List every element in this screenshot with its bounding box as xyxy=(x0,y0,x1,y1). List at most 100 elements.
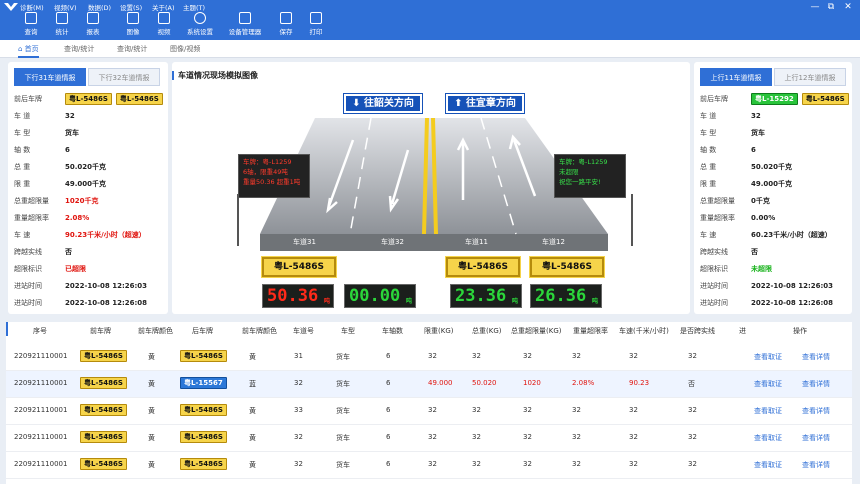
info-value: 0.00% xyxy=(751,214,776,222)
print-icon xyxy=(310,12,322,24)
table-plate-cell: 粤L-5486S xyxy=(180,350,227,362)
video-button[interactable]: 视频 xyxy=(148,12,180,36)
top-toolbar: 诊断(M) 视频(V) 数据(D) 设置(S) 关于(A) 主题(T) 查询 统… xyxy=(0,0,860,40)
plate: 粤L-5486S xyxy=(80,350,127,362)
view-evidence-link[interactable]: 查看取证 xyxy=(754,352,782,362)
info-key: 前后车牌 xyxy=(700,95,728,103)
menu-settings[interactable]: 设置(S) xyxy=(120,2,142,12)
table-cell: 货车 xyxy=(336,380,350,388)
tab-image-video[interactable]: 图像/视频 xyxy=(170,44,200,54)
view-evidence-link[interactable]: 查看取证 xyxy=(754,433,782,443)
table-header-cell: 操作 xyxy=(793,327,807,335)
info-row: 轴 数 6 xyxy=(14,142,174,158)
view-details-link[interactable]: 查看详情 xyxy=(802,406,830,416)
view-evidence-link[interactable]: 查看取证 xyxy=(754,406,782,416)
table-row[interactable]: 220921110001 粤L-5486S 黄 粤L-5486S 黄 32 货车 6 32 32 3… xyxy=(6,452,852,479)
menu-diagnose[interactable]: 诊断(M) xyxy=(20,2,44,12)
menu-video[interactable]: 视频(V) xyxy=(54,2,77,12)
view-details-link[interactable]: 查看详情 xyxy=(802,433,830,443)
direction-yizhang-label: 往宜章方向 xyxy=(465,98,516,109)
table-row[interactable]: 220921110001 粤L-5486S 黄 粤L-5486S 黄 33 货车 6 32 32 3… xyxy=(6,398,852,425)
info-key: 超限标识 xyxy=(700,265,728,273)
view-details-link[interactable]: 查看详情 xyxy=(802,379,830,389)
system-settings-button[interactable]: 系统设置 xyxy=(184,12,216,36)
table-header-cell: 前车牌颜色 xyxy=(138,327,173,335)
device-manager-button[interactable]: 设备管理器 xyxy=(225,12,265,36)
info-value: 2.08% xyxy=(65,214,90,222)
tab-down-31[interactable]: 下行31车道情报 xyxy=(14,68,86,86)
info-row: 限 重 49.000千克 xyxy=(14,176,174,192)
maximize-icon[interactable]: ⧉ xyxy=(826,3,836,12)
table-cell: 32 xyxy=(472,406,481,414)
info-key: 轴 数 xyxy=(14,146,31,154)
table-cell: 货车 xyxy=(336,434,350,442)
statistics-button[interactable]: 统计 xyxy=(46,12,78,36)
tab-query-2[interactable]: 查询/统计 xyxy=(117,44,147,54)
save-icon xyxy=(280,12,292,24)
info-row: 总 重 50.020千克 xyxy=(14,159,174,175)
info-value: 49.000千克 xyxy=(65,180,107,188)
view-details-link[interactable]: 查看详情 xyxy=(802,352,830,362)
rear-plate: 粤L-5486S xyxy=(115,93,163,105)
view-evidence-link[interactable]: 查看取证 xyxy=(754,460,782,470)
minimize-icon[interactable]: — xyxy=(810,3,820,12)
table-row[interactable]: 220921110001 粤L-5486S 黄 粤L-5486S 黄 31 货车 6 32 32 3… xyxy=(6,344,852,371)
info-key: 总 重 xyxy=(14,163,31,171)
info-key: 车 道 xyxy=(700,112,717,120)
menu-theme[interactable]: 主题(T) xyxy=(183,2,205,12)
report-icon xyxy=(87,12,99,24)
video-icon xyxy=(158,12,170,24)
query-button[interactable]: 查询 xyxy=(15,12,47,36)
info-row: 总重超限量 0千克 xyxy=(700,193,860,209)
plate: 粤L-5486S xyxy=(80,458,127,470)
info-value: 2022-10-08 12:26:08 xyxy=(751,299,834,307)
plate: 粤L-15567 xyxy=(180,377,227,389)
info-row: 进站时间 2022-10-08 12:26:03 xyxy=(700,278,860,294)
save-button[interactable]: 保存 xyxy=(270,12,302,36)
weight-led-12: 26.36 吨 xyxy=(530,284,602,308)
tab-home[interactable]: ⌂ 首页 xyxy=(18,42,39,58)
table-cell: 货车 xyxy=(336,353,350,361)
menu-about[interactable]: 关于(A) xyxy=(152,2,175,12)
table-cell: 6 xyxy=(386,379,391,387)
tab-up-12[interactable]: 上行12车道情报 xyxy=(774,68,846,86)
direction-yizhang-sign: ⬆ 往宜章方向 xyxy=(445,93,525,114)
weight-led-value: 23.36 xyxy=(455,286,507,306)
table-cell: 蓝 xyxy=(249,380,256,388)
table-cell: 6 xyxy=(386,460,391,468)
tab-home-label: 首页 xyxy=(24,45,39,53)
info-row: 车 速 60.23千米/小时（超速） xyxy=(700,227,860,243)
table-plate-cell: 粤L-5486S xyxy=(80,458,127,470)
info-value: 50.020千克 xyxy=(751,163,793,171)
table-header-cell: 重量超限率 xyxy=(573,327,608,335)
table-cell: 32 xyxy=(688,433,697,441)
table-row[interactable]: 220921110001 粤L-5486S 黄 粤L-15567 蓝 32 货车 6 49.00… xyxy=(6,371,852,398)
table-row[interactable]: 220921110001 粤L-5486S 黄 粤L-5486S 黄 32 货车 6 32 32 3… xyxy=(6,425,852,452)
image-button[interactable]: 图像 xyxy=(117,12,149,36)
close-icon[interactable]: ✕ xyxy=(843,3,853,12)
info-value: 32 xyxy=(65,112,75,120)
tab-up-11[interactable]: 上行11车道情报 xyxy=(700,68,772,86)
info-row: 车 速 90.23千米/小时（超速） xyxy=(14,227,174,243)
weight-led-unit: 吨 xyxy=(591,298,598,305)
tab-down-32[interactable]: 下行32车道情报 xyxy=(88,68,160,86)
report-button[interactable]: 报表 xyxy=(77,12,109,36)
info-key: 跨越实线 xyxy=(14,248,42,256)
view-details-link[interactable]: 查看详情 xyxy=(802,460,830,470)
table-plate-cell: 粤L-5486S xyxy=(180,404,227,416)
table-cell: 33 xyxy=(294,406,303,414)
table-plate-cell: 粤L-15567 xyxy=(180,377,227,389)
view-evidence-link[interactable]: 查看取证 xyxy=(754,379,782,389)
info-value: 6 xyxy=(65,146,70,154)
table-header-cell: 序号 xyxy=(33,327,47,335)
tab-query-1[interactable]: 查询/统计 xyxy=(64,44,94,54)
info-value: 1020千克 xyxy=(65,197,99,205)
info-value: 90.23千米/小时（超速） xyxy=(65,231,146,239)
menu-data[interactable]: 数据(D) xyxy=(88,2,111,12)
weight-led-value: 00.00 xyxy=(349,286,401,306)
lane-label-11: 车道11 xyxy=(465,238,488,246)
lane-label-32: 车道32 xyxy=(381,238,404,246)
scene-plate-left: 粤L-5486S xyxy=(261,256,337,278)
print-button[interactable]: 打印 xyxy=(300,12,332,36)
right-sign-line: 祝您一路平安! xyxy=(559,178,601,186)
